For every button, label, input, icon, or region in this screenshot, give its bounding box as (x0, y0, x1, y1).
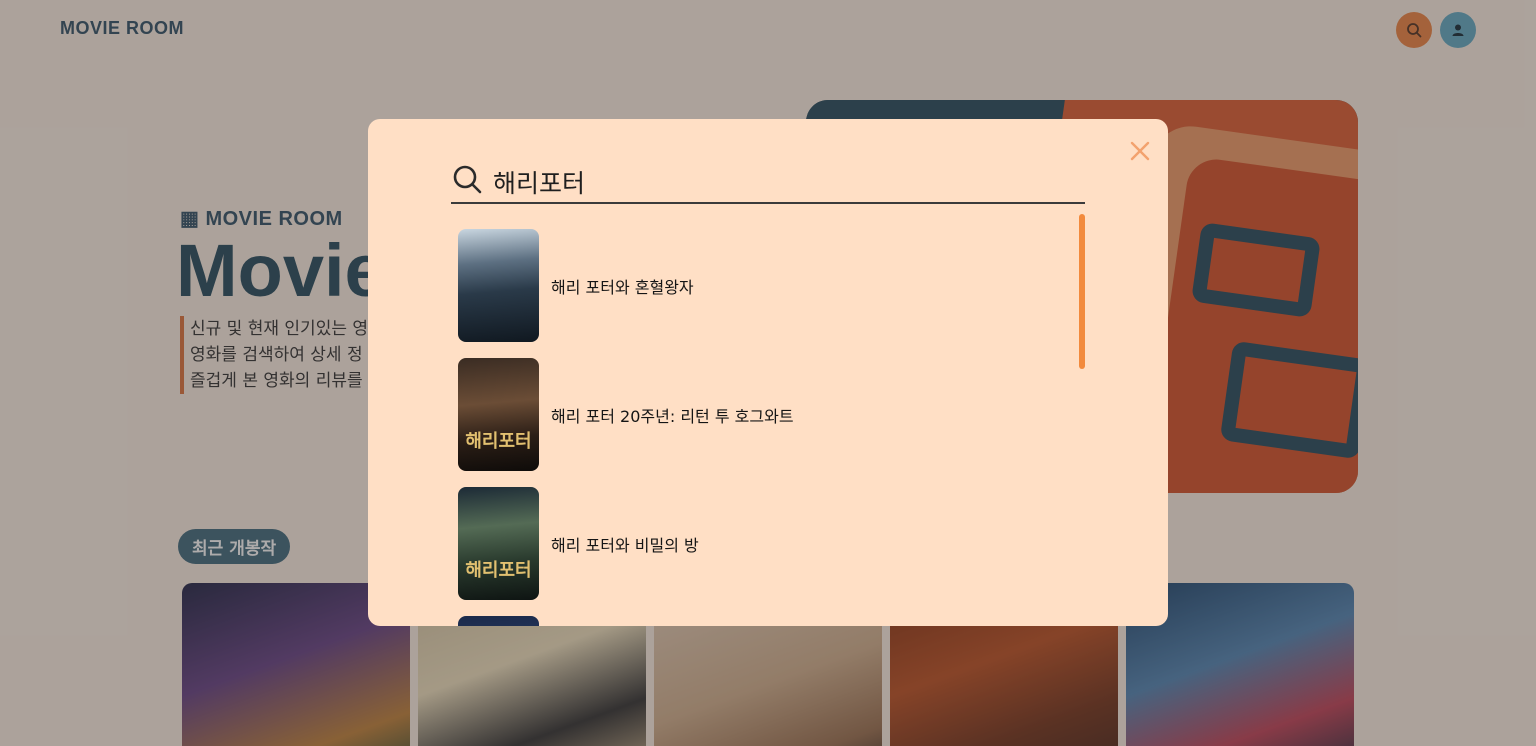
result-poster (458, 616, 539, 626)
search-result-item[interactable]: 해리포터 해리 포터와 비밀의 방 (458, 479, 1078, 608)
result-title: 해리 포터와 비밀의 방 (551, 535, 699, 555)
result-title: 해리 포터와 혼혈왕자 (551, 277, 694, 297)
poster-title-text: 해리포터 (465, 560, 532, 581)
search-result-item[interactable]: 해리 포터와 혼혈왕자 (458, 221, 1078, 350)
search-results-list: 해리 포터와 혼혈왕자 해리포터 해리 포터 20주년: 리턴 투 호그와트 해… (458, 221, 1078, 626)
search-result-item[interactable]: 해리포터 해리 포터 20주년: 리턴 투 호그와트 (458, 350, 1078, 479)
results-scrollbar[interactable] (1079, 214, 1085, 369)
search-result-item[interactable] (458, 608, 1078, 626)
result-title: 해리 포터 20주년: 리턴 투 호그와트 (551, 406, 794, 426)
search-bar (451, 159, 1085, 204)
poster-title-text: 해리포터 (465, 431, 532, 452)
search-icon (453, 165, 482, 193)
search-input[interactable] (493, 165, 1053, 196)
search-modal: 해리 포터와 혼혈왕자 해리포터 해리 포터 20주년: 리턴 투 호그와트 해… (368, 119, 1168, 626)
modal-close-button[interactable] (1128, 139, 1152, 163)
close-icon (1130, 141, 1150, 161)
result-poster: 해리포터 (458, 358, 539, 471)
result-poster: 해리포터 (458, 487, 539, 600)
result-poster (458, 229, 539, 342)
